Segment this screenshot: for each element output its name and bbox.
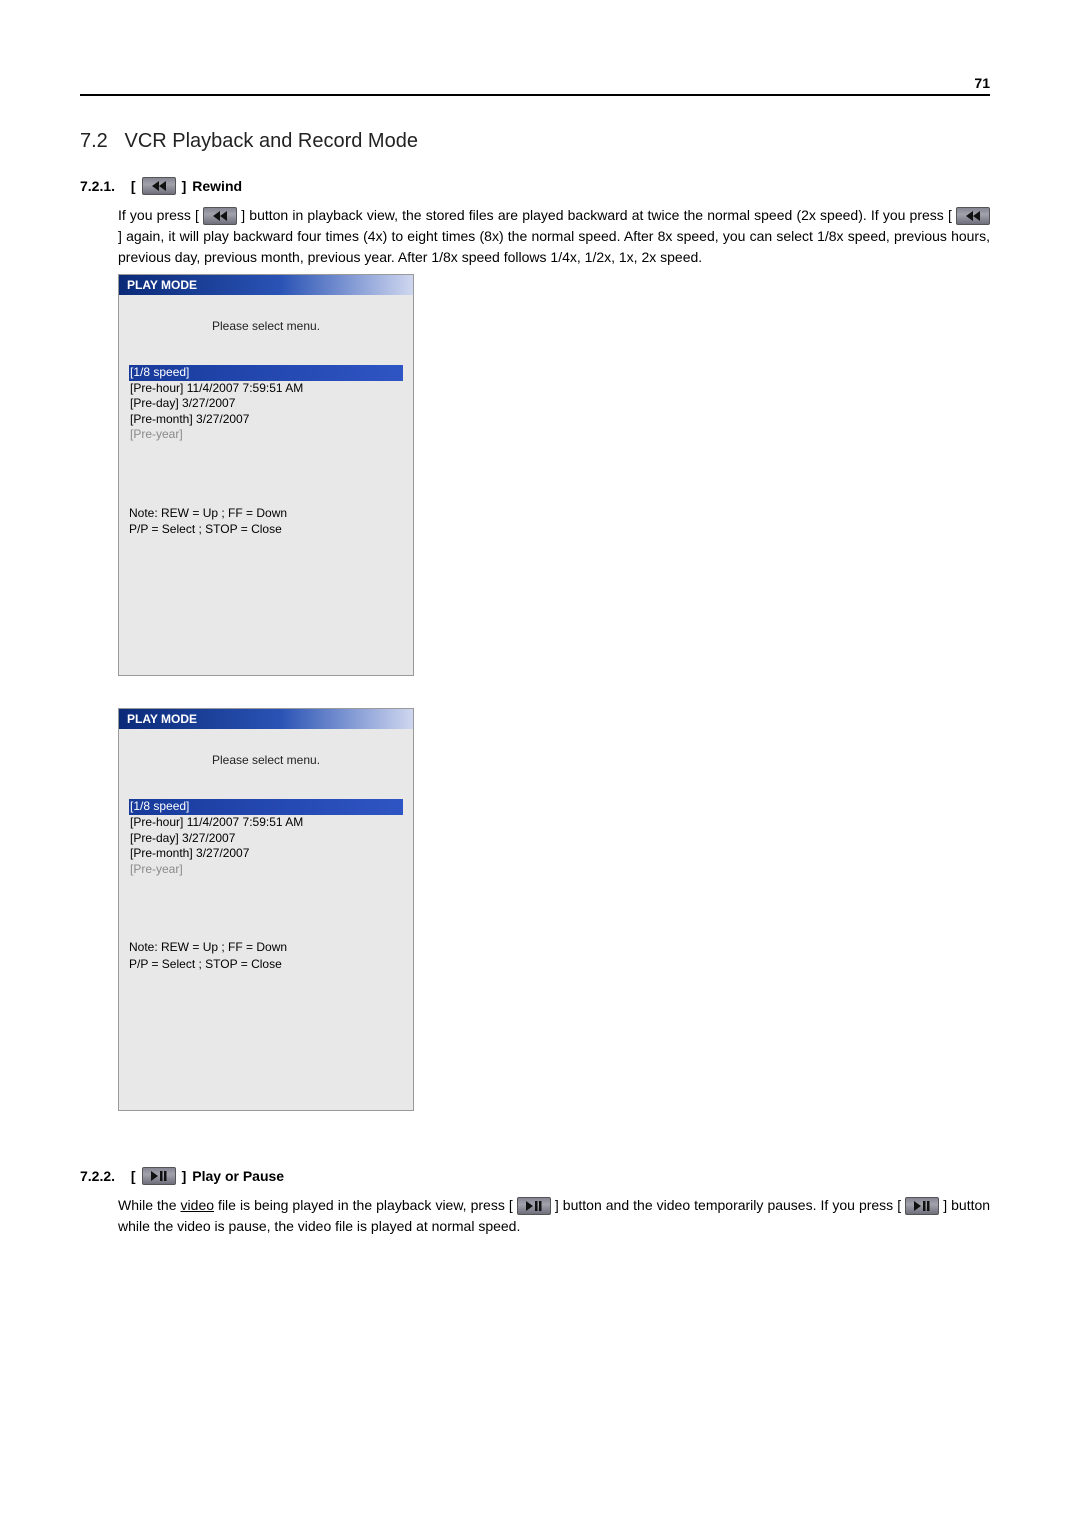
play-mode-panel-1: PLAY MODE Please select menu. [1/8 speed…	[118, 274, 414, 676]
panel-title: PLAY MODE	[119, 709, 413, 729]
panel-notes: Note: REW = Up ; FF = Down P/P = Select …	[119, 939, 413, 979]
text: ] button and the video temporarily pause…	[555, 1197, 901, 1213]
panel-list: [1/8 speed] [Pre-hour] 11/4/2007 7:59:51…	[119, 799, 413, 883]
play-pause-icon	[905, 1197, 939, 1215]
play-pause-icon	[142, 1167, 176, 1185]
subsection-rewind: 7.2.1. [ ] Rewind	[80, 177, 990, 195]
bracket-close: ]	[182, 1168, 187, 1184]
panel-notes: Note: REW = Up ; FF = Down P/P = Select …	[119, 505, 413, 545]
header-rule	[80, 94, 990, 96]
subsection-label: Play or Pause	[192, 1168, 284, 1184]
menu-item-pre-day[interactable]: [Pre-day] 3/27/2007	[129, 831, 403, 847]
subsection-play-pause: 7.2.2. [ ] Play or Pause	[80, 1167, 990, 1185]
panel-note-line-1: Note: REW = Up ; FF = Down	[129, 505, 403, 521]
menu-item-pre-year[interactable]: [Pre-year]	[129, 862, 403, 878]
subsection-number: 7.2.1.	[80, 178, 115, 194]
text-underline: video	[181, 1197, 214, 1213]
subsection-label: Rewind	[192, 178, 242, 194]
text: ] button in playback view, the stored fi…	[241, 207, 952, 223]
text: ] again, it will play backward four time…	[118, 228, 990, 265]
menu-item-pre-year[interactable]: [Pre-year]	[129, 427, 403, 443]
section-heading: 7.2 VCR Playback and Record Mode	[80, 130, 990, 153]
playpause-paragraph: While the video file is being played in …	[118, 1195, 990, 1237]
bracket-open: [	[131, 1168, 136, 1184]
text: If you press [	[118, 207, 199, 223]
panel-subtitle: Please select menu.	[119, 295, 413, 365]
play-mode-panel-2: PLAY MODE Please select menu. [1/8 speed…	[118, 708, 414, 1110]
text: file is being played in the playback vie…	[214, 1197, 513, 1213]
menu-item-1-8-speed[interactable]: [1/8 speed]	[129, 365, 403, 381]
panel-note-line-1: Note: REW = Up ; FF = Down	[129, 939, 403, 955]
menu-item-pre-day[interactable]: [Pre-day] 3/27/2007	[129, 396, 403, 412]
panel-title: PLAY MODE	[119, 275, 413, 295]
subsection-number: 7.2.2.	[80, 1168, 115, 1184]
menu-item-pre-month[interactable]: [Pre-month] 3/27/2007	[129, 846, 403, 862]
rewind-icon	[203, 207, 237, 225]
menu-item-pre-month[interactable]: [Pre-month] 3/27/2007	[129, 412, 403, 428]
menu-item-pre-hour[interactable]: [Pre-hour] 11/4/2007 7:59:51 AM	[129, 381, 403, 397]
menu-item-pre-hour[interactable]: [Pre-hour] 11/4/2007 7:59:51 AM	[129, 815, 403, 831]
rewind-icon	[142, 177, 176, 195]
rewind-paragraph: If you press [ ] button in playback view…	[118, 205, 990, 268]
section-title: VCR Playback and Record Mode	[124, 130, 417, 152]
panel-list: [1/8 speed] [Pre-hour] 11/4/2007 7:59:51…	[119, 365, 413, 449]
menu-item-1-8-speed[interactable]: [1/8 speed]	[129, 799, 403, 815]
page-number: 71	[974, 75, 990, 91]
rewind-icon	[956, 207, 990, 225]
play-pause-icon	[517, 1197, 551, 1215]
panel-note-line-2: P/P = Select ; STOP = Close	[129, 521, 403, 537]
panel-subtitle: Please select menu.	[119, 729, 413, 799]
text: While the	[118, 1197, 181, 1213]
section-number: 7.2	[80, 130, 108, 152]
panel-note-line-2: P/P = Select ; STOP = Close	[129, 956, 403, 972]
bracket-close: ]	[182, 178, 187, 194]
bracket-open: [	[131, 178, 136, 194]
